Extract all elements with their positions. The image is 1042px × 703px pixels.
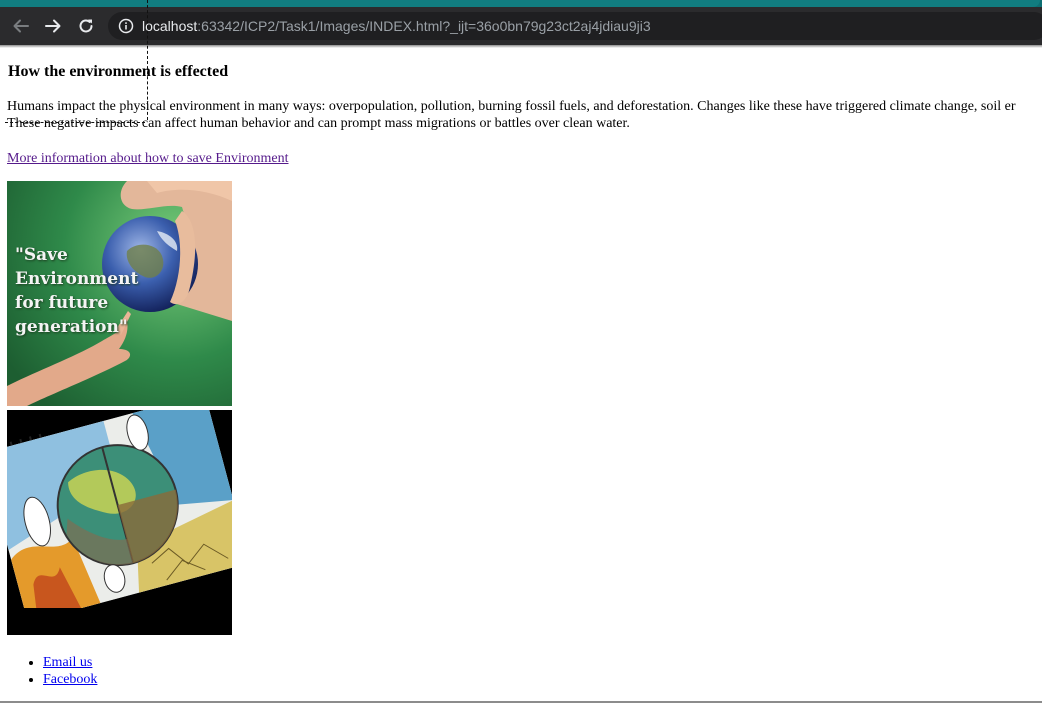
info-icon[interactable] [118, 18, 134, 34]
active-tab-edge [0, 0, 1040, 7]
save-environment-image: "Save Environment for future generation" [7, 181, 232, 406]
earth-drawing-image [7, 410, 232, 635]
forward-button[interactable] [42, 15, 64, 37]
paragraph-line-1: Humans impact the physical environment i… [7, 99, 1016, 114]
url-host: localhost [142, 18, 198, 34]
toolbar-divider [0, 45, 1042, 48]
page-heading: How the environment is effected [8, 63, 229, 80]
more-info-link[interactable]: More information about how to save Envir… [7, 150, 289, 167]
address-bar[interactable]: localhost:63342/ICP2/Task1/Images/INDEX.… [108, 12, 1042, 40]
intro-paragraph: Humans impact the physical environment i… [7, 98, 1042, 132]
list-item: Facebook [43, 671, 97, 688]
back-button[interactable] [10, 15, 32, 37]
list-item: Email us [43, 654, 97, 671]
reload-button[interactable] [75, 15, 97, 37]
drag-guide-vertical [147, 0, 148, 120]
url-path: :63342/ICP2/Task1/Images/INDEX.html?_ijt… [197, 18, 651, 34]
image-caption: "Save Environment for future generation" [15, 245, 139, 337]
drag-guide-horizontal [5, 122, 145, 123]
footer-links: Email us Facebook [23, 654, 97, 688]
url-text[interactable]: localhost:63342/ICP2/Task1/Images/INDEX.… [142, 17, 651, 35]
browser-toolbar: localhost:63342/ICP2/Task1/Images/INDEX.… [0, 7, 1042, 45]
back-arrow-icon [13, 19, 29, 33]
email-us-link[interactable]: Email us [43, 655, 92, 670]
reload-icon [79, 19, 93, 33]
forward-arrow-icon [45, 19, 61, 33]
facebook-link[interactable]: Facebook [43, 672, 97, 687]
earth-drawing-illustration [7, 410, 232, 635]
paragraph-line-2: These negative impacts can affect human … [7, 116, 630, 131]
tab-strip [0, 0, 1042, 7]
